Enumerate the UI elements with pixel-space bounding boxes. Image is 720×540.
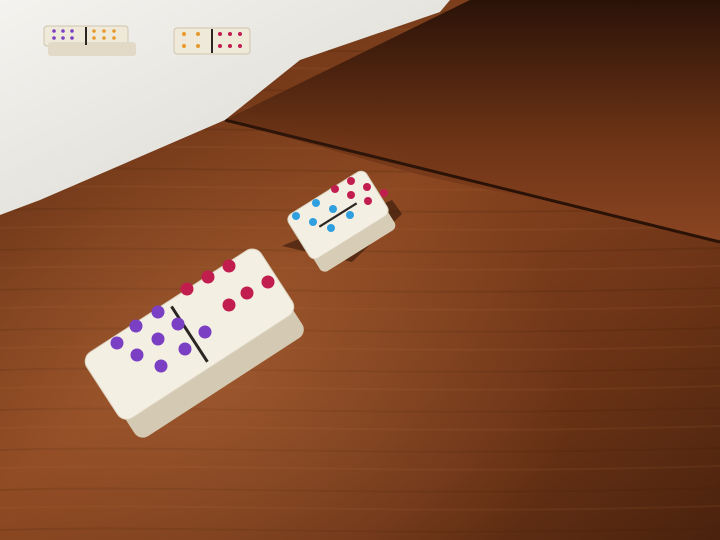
pip-purple (198, 325, 212, 339)
pip-blue (346, 211, 354, 219)
pip-purple (178, 342, 192, 356)
pip-red (261, 275, 275, 289)
pip-purple (70, 36, 74, 40)
pip-red (380, 189, 388, 197)
pip-red (228, 32, 232, 36)
pip-red (218, 44, 222, 48)
pip-orange (196, 44, 200, 48)
pip-purple (52, 36, 56, 40)
pip-orange (102, 29, 106, 33)
pip-purple (151, 332, 165, 346)
pip-red (240, 286, 254, 300)
photo-scene (0, 0, 720, 540)
scene-svg (0, 0, 720, 540)
pip-orange (92, 29, 96, 33)
pip-blue (327, 224, 335, 232)
domino-far-right (173, 27, 251, 55)
pip-blue (329, 205, 337, 213)
pip-red (222, 298, 236, 312)
pip-red (363, 183, 371, 191)
pip-red (331, 185, 339, 193)
pip-purple (61, 36, 65, 40)
pip-orange (196, 32, 200, 36)
pip-red (238, 44, 242, 48)
pip-purple (52, 29, 56, 33)
pip-blue (309, 218, 317, 226)
pip-orange (112, 29, 116, 33)
pip-orange (182, 32, 186, 36)
pip-blue (292, 212, 300, 220)
pip-purple (61, 29, 65, 33)
pip-purple (154, 359, 168, 373)
pip-purple (129, 319, 143, 333)
pip-red (238, 32, 242, 36)
domino-far-left (43, 25, 136, 56)
pip-red (364, 197, 372, 205)
pip-red (222, 259, 236, 273)
pip-purple (171, 317, 185, 331)
pip-orange (92, 36, 96, 40)
pip-orange (112, 36, 116, 40)
pip-red (201, 270, 215, 284)
pip-red (347, 191, 355, 199)
pip-purple (70, 29, 74, 33)
pip-orange (182, 44, 186, 48)
pip-red (347, 177, 355, 185)
pip-blue (312, 199, 320, 207)
pip-orange (102, 36, 106, 40)
pip-purple (130, 348, 144, 362)
pip-red (228, 44, 232, 48)
pip-purple (151, 305, 165, 319)
pip-purple (110, 336, 124, 350)
pip-red (218, 32, 222, 36)
pip-red (180, 282, 194, 296)
